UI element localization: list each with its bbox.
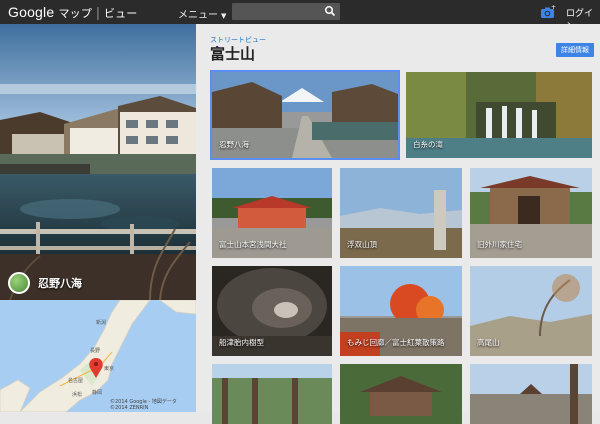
tile-label: 白糸の滝 <box>413 140 443 149</box>
map-label-5: 浜松 <box>72 391 82 398</box>
japan-map-image: 新潟 長野 名古屋 東京 静岡 浜松 <box>0 300 196 412</box>
panorama-image <box>0 24 196 300</box>
tile-image <box>340 364 462 424</box>
map-label-3: 東京 <box>104 365 114 372</box>
tile-label: 忍野八海 <box>219 140 249 149</box>
tile-ukiyosan-summit[interactable]: 浮双山頂 <box>340 168 462 258</box>
search-icon[interactable] <box>324 5 336 17</box>
search-input[interactable] <box>232 3 340 20</box>
top-bar: Google マップ|ビュー メニュー▼ + ログイン <box>0 0 600 32</box>
logo-separator: | <box>96 4 100 20</box>
main-panorama-photo[interactable]: 忍野八海 <box>0 24 196 300</box>
tile-old-togawa-house[interactable]: 旧外川家住宅 <box>470 168 592 258</box>
map-label-2: 名古屋 <box>68 377 83 384</box>
menu-dropdown[interactable]: メニュー ▼ <box>178 6 226 21</box>
tile-label: 富士山本宮浅間大社 <box>219 240 287 249</box>
tile-temple[interactable] <box>340 364 462 424</box>
logo-view: ビュー <box>103 8 138 20</box>
map-label-4: 静岡 <box>92 389 102 396</box>
chevron-down-icon: ▼ <box>221 12 227 20</box>
logo-maps: マップ <box>58 8 93 20</box>
google-maps-view-logo[interactable]: Google マップ | ビュー <box>8 4 138 21</box>
tile-oshino-hakkai[interactable]: 忍野八海 <box>210 70 400 160</box>
tile-label: 旧外川家住宅 <box>477 240 522 249</box>
tile-shrine-path[interactable] <box>470 364 592 424</box>
map-credit: ©2014 Google - 地図データ ©2014 ZENRIN <box>110 399 177 411</box>
svg-text:+: + <box>551 5 556 11</box>
mini-map[interactable]: 新潟 長野 名古屋 東京 静岡 浜松 ©2014 Google - 地図データ … <box>0 300 196 412</box>
map-label-1: 長野 <box>90 347 100 354</box>
tile-label: 浮双山頂 <box>347 240 377 249</box>
details-button[interactable]: 詳細情報 <box>556 43 594 57</box>
menu-label: メニュー <box>178 10 218 21</box>
page-title: 富士山 <box>210 45 256 63</box>
tile-fujisan-hongu-sengen-taisha[interactable]: 富士山本宮浅間大社 <box>212 168 332 258</box>
tile-forest-path[interactable] <box>212 364 332 424</box>
tile-image <box>212 364 332 424</box>
tile-mount-takao[interactable]: 高尾山 <box>470 266 592 356</box>
add-photo-camera-icon[interactable]: + <box>540 5 556 19</box>
map-label-0: 新潟 <box>96 319 106 326</box>
logo-google: Google <box>8 4 55 20</box>
tile-label: もみじ回廊／富士紅葉散策路 <box>347 338 445 347</box>
left-panel: 忍野八海 新潟 長野 名古屋 東京 静岡 浜松 ©2014 Google - 地… <box>0 24 196 412</box>
right-panel: ストリートビュー 富士山 詳細情報 忍野八海 白糸の滝 富士山本宮浅間大社 浮双… <box>196 24 600 424</box>
place-name: 忍野八海 <box>38 277 82 290</box>
tile-label: 高尾山 <box>477 338 500 347</box>
tile-image <box>470 364 592 424</box>
tile-shiraito-falls[interactable]: 白糸の滝 <box>406 72 592 158</box>
tile-label: 船津胎内樹型 <box>219 338 264 347</box>
tile-momiji-kairo[interactable]: もみじ回廊／富士紅葉散策路 <box>340 266 462 356</box>
place-chip[interactable]: 忍野八海 <box>8 272 82 294</box>
tile-funatsu-tainai-jukei[interactable]: 船津胎内樹型 <box>212 266 332 356</box>
place-avatar <box>8 272 30 294</box>
